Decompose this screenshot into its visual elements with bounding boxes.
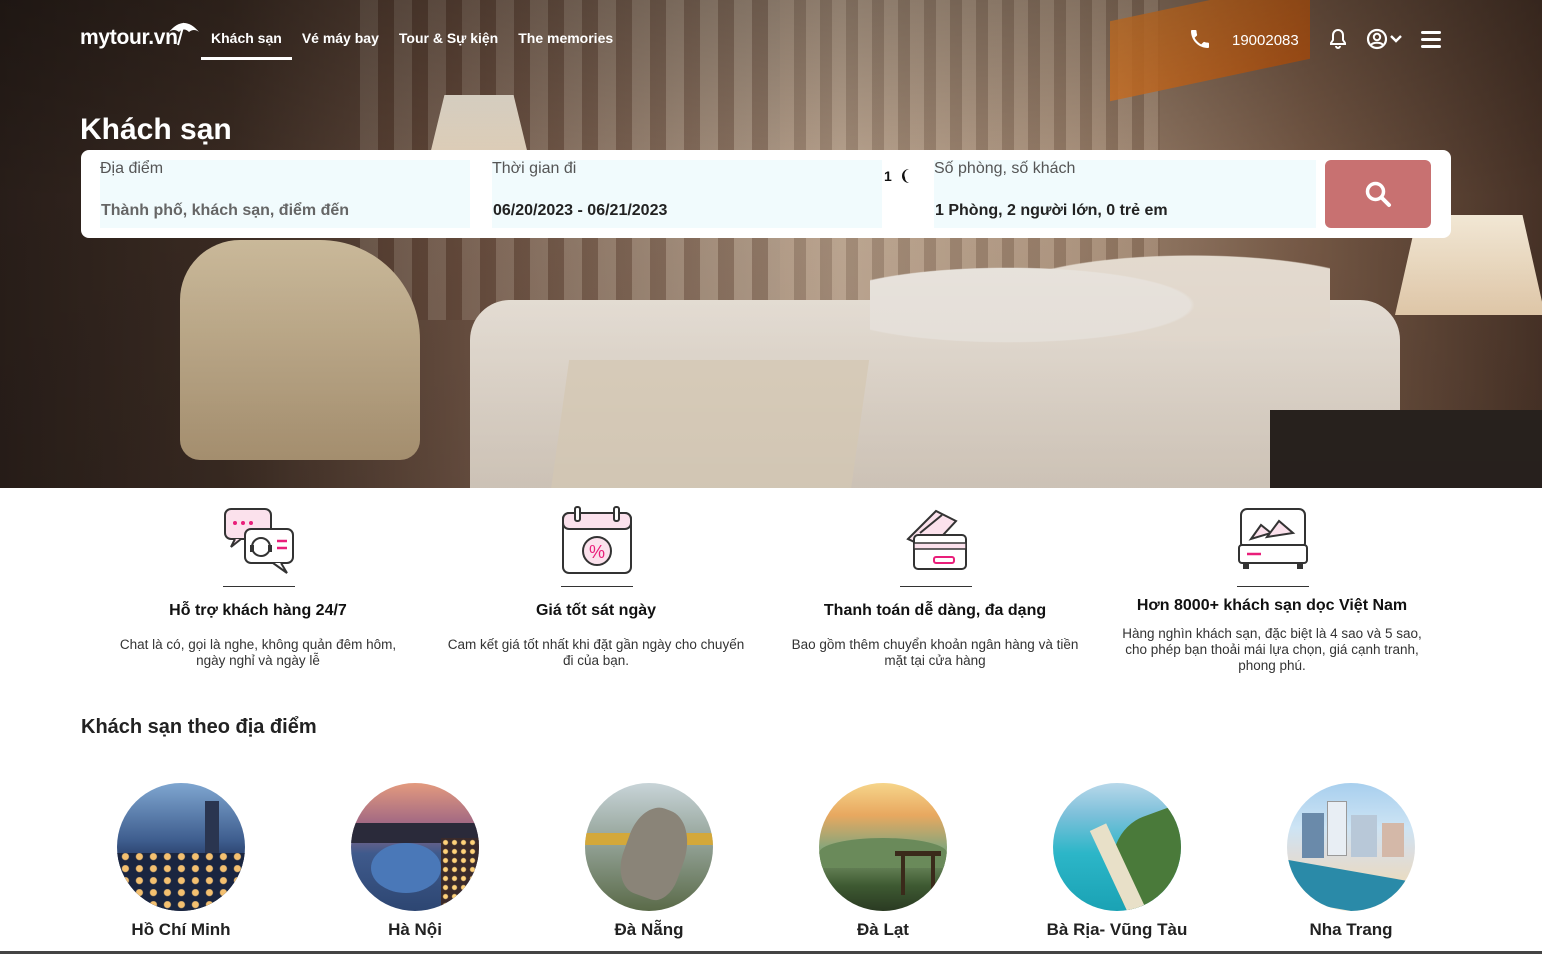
feature-description: Chat là có, gọi là nghe, không quản đêm … bbox=[119, 637, 397, 668]
date-field[interactable]: Thời gian đi 06/20/2023 - 06/21/2023 bbox=[492, 160, 882, 228]
location-input[interactable]: Thành phố, khách sạn, điểm đến bbox=[101, 202, 349, 220]
feature-divider bbox=[561, 586, 633, 587]
feature-description: Hàng nghìn khách sạn, đặc biệt là 4 sao … bbox=[1122, 626, 1422, 673]
nav-flights[interactable]: Vé máy bay bbox=[292, 30, 389, 60]
svg-text:%: % bbox=[589, 542, 605, 562]
feature-highlights: Hỗ trợ khách hàng 24/7 Chat là có, gọi l… bbox=[80, 505, 1452, 685]
main-nav: Khách sạn Vé máy bay Tour & Sự kiện The … bbox=[201, 30, 623, 60]
bell-icon[interactable] bbox=[1326, 27, 1350, 51]
site-logo[interactable]: mytour.vn bbox=[80, 26, 178, 50]
location-field[interactable]: Địa điểm Thành phố, khách sạn, điểm đến bbox=[100, 160, 470, 228]
feature-description: Cam kết giá tốt nhất khi đặt gần ngày ch… bbox=[447, 637, 745, 668]
feature-title: Giá tốt sát ngày bbox=[535, 602, 657, 619]
search-button[interactable] bbox=[1325, 160, 1431, 228]
locations-section-title: Khách sạn theo địa điểm bbox=[81, 716, 317, 738]
hotel-bed-icon bbox=[1238, 508, 1308, 569]
support-chat-icon bbox=[224, 508, 294, 574]
nights-count: 1 bbox=[884, 168, 892, 184]
phone-icon[interactable] bbox=[1188, 27, 1212, 51]
location-name[interactable]: Đà Nẵng bbox=[532, 920, 766, 940]
location-name[interactable]: Hồ Chí Minh bbox=[64, 920, 298, 940]
hotel-search-form: Địa điểm Thành phố, khách sạn, điểm đến … bbox=[81, 150, 1451, 238]
rooms-guests-field[interactable]: Số phòng, số khách 1 Phòng, 2 người lớn,… bbox=[934, 160, 1316, 228]
feature-title: Hơn 8000+ khách sạn dọc Việt Nam bbox=[1136, 597, 1408, 614]
page-title: Khách sạn bbox=[80, 113, 232, 146]
nav-tours-events[interactable]: Tour & Sự kiện bbox=[389, 30, 508, 60]
moon-icon bbox=[902, 169, 909, 183]
credit-card-icon bbox=[906, 509, 967, 570]
location-image[interactable] bbox=[351, 783, 479, 911]
location-image[interactable] bbox=[585, 783, 713, 911]
location-image[interactable] bbox=[1287, 783, 1415, 911]
search-icon bbox=[1365, 181, 1391, 207]
feature-divider bbox=[900, 586, 972, 587]
location-name[interactable]: Bà Rịa- Vũng Tàu bbox=[1000, 920, 1234, 940]
feature-divider bbox=[1237, 586, 1309, 587]
nav-memories[interactable]: The memories bbox=[508, 30, 623, 60]
date-label: Thời gian đi bbox=[492, 160, 577, 177]
umbrella-logo-icon bbox=[169, 22, 199, 46]
feature-divider bbox=[223, 586, 295, 587]
top-header: mytour.vn Khách sạn Vé máy bay Tour & Sự… bbox=[0, 0, 1542, 78]
rooms-guests-input[interactable]: 1 Phòng, 2 người lớn, 0 trẻ em bbox=[935, 202, 1168, 220]
hamburger-menu-icon[interactable] bbox=[1420, 28, 1442, 50]
rooms-guests-label: Số phòng, số khách bbox=[934, 160, 1076, 177]
feature-description: Bao gồm thêm chuyển khoản ngân hàng và t… bbox=[791, 637, 1079, 668]
hotline-number[interactable]: 19002083 bbox=[1232, 32, 1299, 49]
nav-hotels[interactable]: Khách sạn bbox=[201, 30, 292, 60]
location-name[interactable]: Hà Nội bbox=[298, 920, 532, 940]
location-name[interactable]: Đà Lạt bbox=[766, 920, 1000, 940]
user-account-icon[interactable] bbox=[1366, 27, 1404, 51]
location-image[interactable] bbox=[819, 783, 947, 911]
location-label: Địa điểm bbox=[100, 160, 164, 177]
location-image[interactable] bbox=[1053, 783, 1181, 911]
location-image[interactable] bbox=[117, 783, 245, 911]
calendar-discount-icon: % bbox=[562, 506, 632, 574]
date-range-input[interactable]: 06/20/2023 - 06/21/2023 bbox=[493, 202, 667, 220]
location-name[interactable]: Nha Trang bbox=[1234, 920, 1468, 940]
feature-title: Hỗ trợ khách hàng 24/7 bbox=[169, 602, 347, 619]
feature-title: Thanh toán dễ dàng, đa dạng bbox=[823, 602, 1047, 619]
